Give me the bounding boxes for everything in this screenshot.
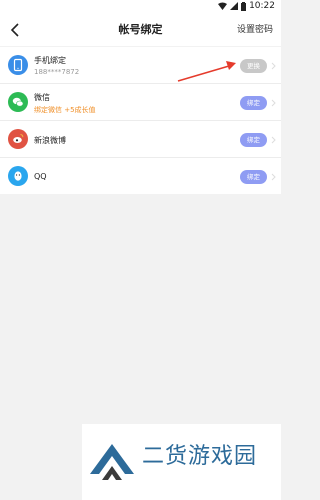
status-icons: 10:22 xyxy=(218,1,275,11)
bind-reward-text: 绑定微信 +5成长值 xyxy=(34,106,96,114)
wifi-icon xyxy=(218,2,228,10)
back-arrow-icon[interactable] xyxy=(9,22,23,38)
weibo-icon xyxy=(8,129,28,149)
account-name: QQ xyxy=(34,172,47,181)
account-name: 微信 xyxy=(34,93,50,102)
battery-icon xyxy=(241,1,247,11)
status-time: 10:22 xyxy=(249,1,275,11)
watermark: 二货游戏园 xyxy=(82,424,281,500)
site-logo xyxy=(90,444,134,480)
chevron-right-icon xyxy=(271,173,276,181)
account-name: 手机绑定 xyxy=(34,56,66,65)
wechat-icon xyxy=(8,92,28,112)
change-phone-button[interactable]: 更换 xyxy=(240,59,267,73)
qq-icon xyxy=(8,166,28,186)
nav-bar: 帐号绑定 设置密码 xyxy=(0,14,281,46)
chevron-right-icon xyxy=(271,99,276,107)
phone-number: 188****7872 xyxy=(34,68,80,76)
chevron-right-icon xyxy=(271,136,276,144)
bind-qq-button[interactable]: 绑定 xyxy=(240,170,267,184)
account-name: 新浪微博 xyxy=(34,136,66,145)
account-row-phone: 手机绑定 188****7872 更换 xyxy=(0,47,281,84)
signal-icon xyxy=(230,2,239,10)
account-row-wechat: 微信 绑定微信 +5成长值 绑定 xyxy=(0,84,281,121)
bind-weibo-button[interactable]: 绑定 xyxy=(240,133,267,147)
chevron-right-icon xyxy=(271,62,276,70)
phone-icon xyxy=(8,55,28,75)
status-bar: 10:22 xyxy=(0,0,281,14)
account-list: 手机绑定 188****7872 更换 微信 绑定微信 +5成长值 绑定 新浪微… xyxy=(0,47,281,194)
set-password-link[interactable]: 设置密码 xyxy=(237,14,273,46)
account-row-weibo: 新浪微博 绑定 xyxy=(0,121,281,158)
bind-wechat-button[interactable]: 绑定 xyxy=(240,96,267,110)
watermark-text: 二货游戏园 xyxy=(142,444,258,469)
account-row-qq: QQ 绑定 xyxy=(0,158,281,194)
